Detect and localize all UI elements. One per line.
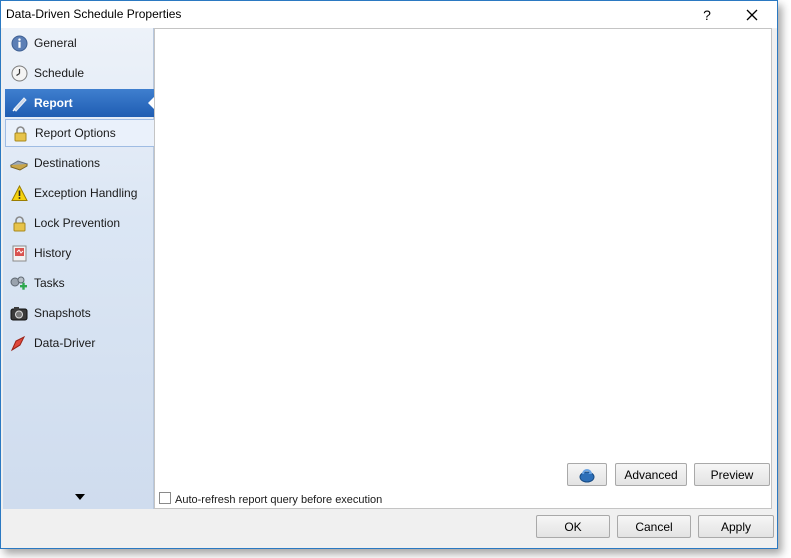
close-button[interactable] xyxy=(732,1,772,28)
refresh-button[interactable] xyxy=(567,463,607,486)
sidebar-item-exception-handling[interactable]: Exception Handling xyxy=(5,179,155,207)
sidebar-item-label: Data-Driver xyxy=(34,336,96,350)
report-panel: Advanced Preview xyxy=(154,28,772,509)
title-bar: Data-Driven Schedule Properties ? xyxy=(1,1,777,28)
sidebar-item-schedule[interactable]: Schedule xyxy=(5,59,155,87)
report-pen-icon xyxy=(10,94,28,112)
preview-button[interactable]: Preview xyxy=(694,463,770,486)
advanced-button[interactable]: Advanced xyxy=(615,463,687,486)
destinations-icon xyxy=(10,154,28,172)
tasks-icon xyxy=(10,274,28,292)
refresh-icon xyxy=(579,468,595,482)
sidebar: General Schedule Report Report Options D… xyxy=(3,28,155,509)
info-icon xyxy=(10,34,28,52)
sidebar-item-label: Schedule xyxy=(34,66,85,80)
sidebar-scroll-down-icon[interactable] xyxy=(75,494,85,500)
close-icon xyxy=(746,9,758,20)
sidebar-item-data-driver[interactable]: Data-Driver xyxy=(5,329,155,357)
sidebar-item-label: Lock Prevention xyxy=(34,216,121,230)
sidebar-item-label: Snapshots xyxy=(34,306,91,320)
sidebar-item-report-options[interactable]: Report Options xyxy=(5,119,155,147)
history-icon xyxy=(10,244,28,262)
apply-button[interactable]: Apply xyxy=(698,515,774,538)
sidebar-item-label: Exception Handling xyxy=(34,186,138,200)
clock-icon xyxy=(10,64,28,82)
sidebar-item-report[interactable]: Report xyxy=(5,89,155,117)
sidebar-item-destinations[interactable]: Destinations xyxy=(5,149,155,177)
lock-icon xyxy=(10,214,28,232)
sidebar-item-label: General xyxy=(34,36,77,50)
sidebar-item-label: Report xyxy=(34,96,73,110)
window-title: Data-Driven Schedule Properties xyxy=(6,7,182,21)
sidebar-item-lock-prevention[interactable]: Lock Prevention xyxy=(5,209,155,237)
sidebar-item-general[interactable]: General xyxy=(5,29,155,57)
warning-icon xyxy=(10,184,28,202)
properties-dialog: Data-Driven Schedule Properties ? Genera… xyxy=(0,0,778,549)
sidebar-item-tasks[interactable]: Tasks xyxy=(5,269,155,297)
ok-button[interactable]: OK xyxy=(536,515,610,538)
cancel-button[interactable]: Cancel xyxy=(617,515,691,538)
data-driver-icon xyxy=(10,334,28,352)
sidebar-item-label: Destinations xyxy=(34,156,101,170)
sidebar-item-label: Report Options xyxy=(35,126,116,140)
auto-refresh-label: Auto-refresh report query before executi… xyxy=(175,494,383,506)
auto-refresh-checkbox[interactable] xyxy=(159,492,171,504)
sidebar-item-history[interactable]: History xyxy=(5,239,155,267)
camera-icon xyxy=(10,304,28,322)
lock-icon xyxy=(11,124,29,142)
help-button[interactable]: ? xyxy=(687,1,727,28)
sidebar-item-snapshots[interactable]: Snapshots xyxy=(5,299,155,327)
sidebar-item-label: History xyxy=(34,246,72,260)
sidebar-item-label: Tasks xyxy=(34,276,65,290)
